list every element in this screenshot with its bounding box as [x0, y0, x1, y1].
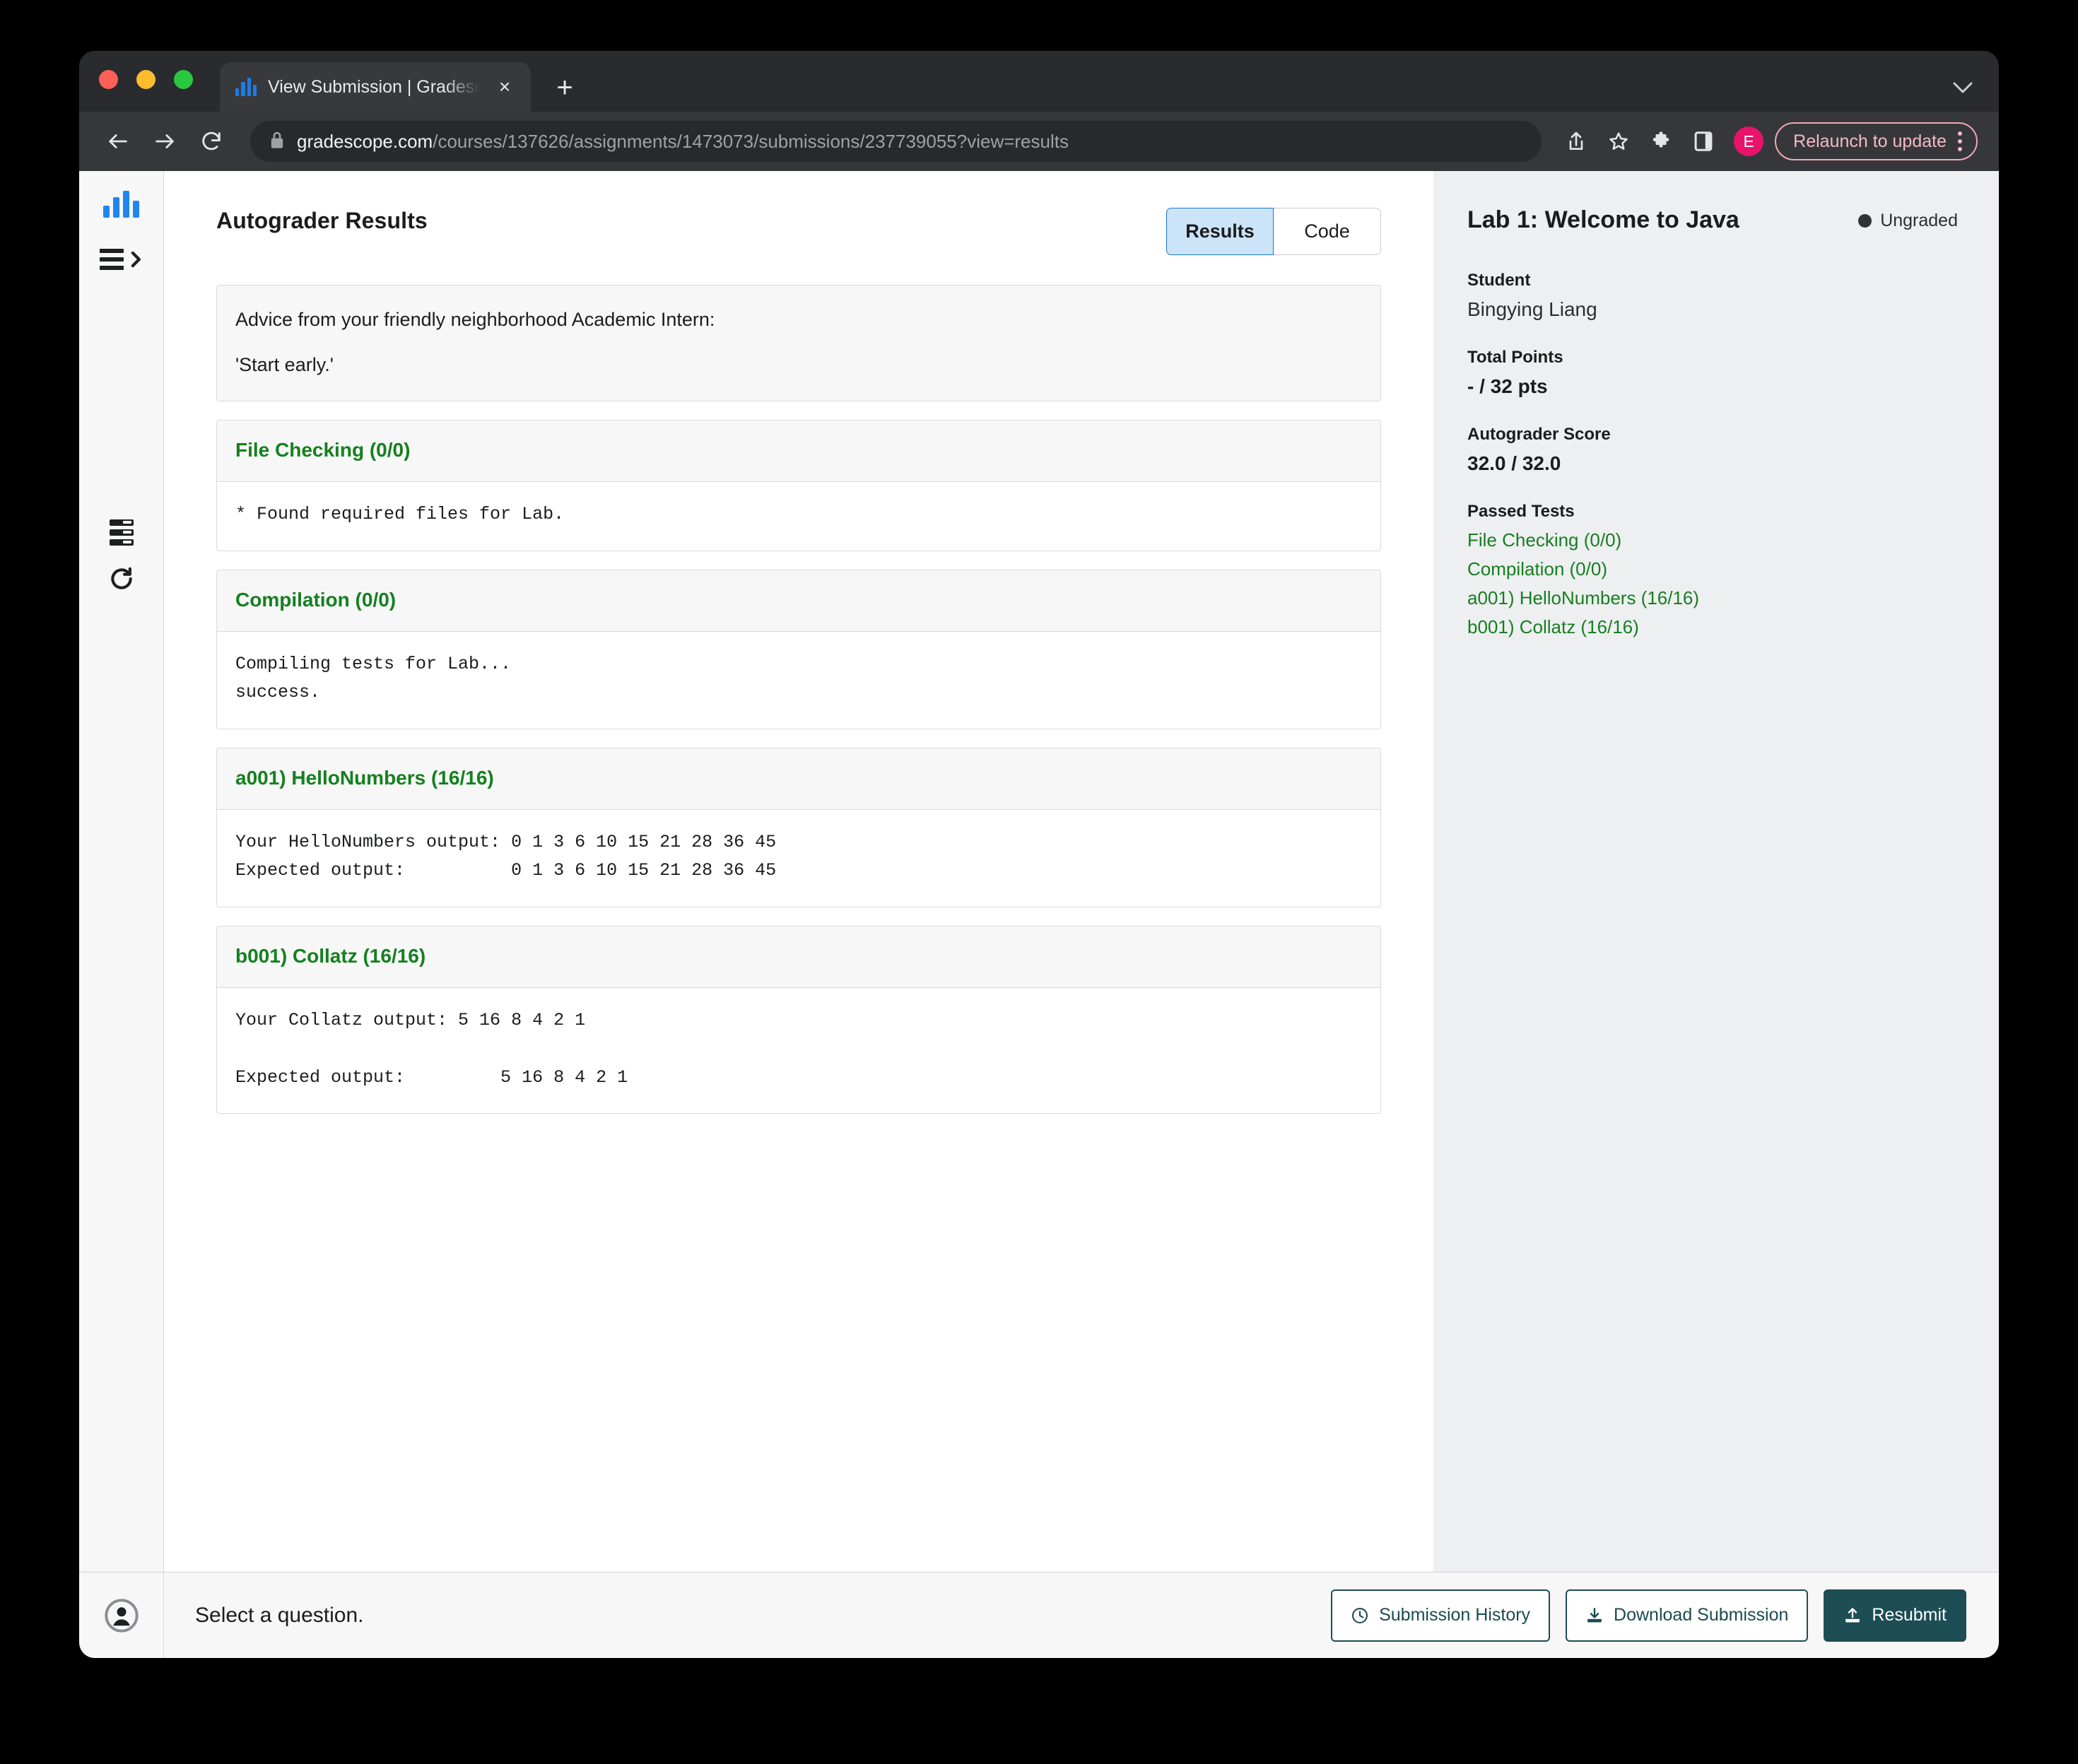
- test-name: a001) HelloNumbers (16/16): [235, 766, 494, 789]
- select-question-message: Select a question.: [195, 1603, 364, 1627]
- address-bar[interactable]: gradescope.com/courses/137626/assignment…: [250, 121, 1542, 162]
- passed-tests-label: Passed Tests: [1467, 502, 1575, 521]
- resubmit-label: Resubmit: [1872, 1605, 1947, 1625]
- autograder-score-label: Autograder Score: [1467, 425, 1611, 444]
- close-tab-icon[interactable]: ×: [493, 77, 517, 97]
- back-button[interactable]: [98, 121, 139, 162]
- test-section-header: File Checking (0/0): [217, 421, 1380, 483]
- forward-button[interactable]: [144, 121, 185, 162]
- test-output: Compiling tests for Lab... success.: [235, 653, 512, 703]
- tab-title: View Submission | Gradescope: [268, 76, 481, 97]
- advice-intro: Advice from your friendly neighborhood A…: [235, 309, 715, 330]
- status-badge: Ungraded: [1858, 211, 1958, 231]
- tab-strip: View Submission | Gradescope × +: [79, 51, 1999, 112]
- left-icon-rail: [79, 171, 164, 1572]
- relaunch-label: Relaunch to update: [1793, 131, 1947, 151]
- bottom-buttons: Submission History Download Submission R…: [1331, 1589, 1999, 1642]
- advice-quote: 'Start early.': [235, 353, 334, 375]
- page-title: Autograder Results: [216, 208, 428, 233]
- test-section-file-checking: File Checking (0/0) * Found required fil…: [216, 420, 1381, 551]
- passed-test-link[interactable]: b001) Collatz (16/16): [1467, 616, 1958, 638]
- download-submission-label: Download Submission: [1614, 1605, 1789, 1625]
- passed-tests-field: Passed Tests File Checking (0/0) Compila…: [1467, 502, 1958, 638]
- bar-chart-icon: [235, 78, 257, 96]
- user-account-button[interactable]: [79, 1572, 164, 1658]
- url-path: /courses/137626/assignments/1473073/subm…: [433, 130, 1069, 152]
- passed-test-link[interactable]: a001) HelloNumbers (16/16): [1467, 587, 1958, 609]
- question-list-icon[interactable]: [79, 509, 164, 555]
- download-icon: [1585, 1606, 1604, 1625]
- autograder-score-field: Autograder Score 32.0 / 32.0: [1467, 425, 1958, 475]
- total-points-field: Total Points - / 32 pts: [1467, 348, 1958, 398]
- upload-icon: [1843, 1606, 1862, 1625]
- sidebar-header: Lab 1: Welcome to Java Ungraded: [1467, 206, 1958, 234]
- autograder-score-value: 32.0 / 32.0: [1467, 452, 1561, 474]
- test-section-compilation: Compilation (0/0) Compiling tests for La…: [216, 569, 1381, 729]
- browser-tab[interactable]: View Submission | Gradescope ×: [220, 62, 531, 112]
- total-points-value: - / 32 pts: [1467, 375, 1548, 397]
- status-dot-icon: [1858, 214, 1872, 228]
- close-window-button[interactable]: [99, 69, 118, 89]
- test-section-hellonumbers: a001) HelloNumbers (16/16) Your HelloNum…: [216, 747, 1381, 907]
- refresh-icon[interactable]: [79, 555, 164, 602]
- passed-tests-list: File Checking (0/0) Compilation (0/0) a0…: [1467, 529, 1958, 638]
- browser-toolbar: gradescope.com/courses/137626/assignment…: [79, 112, 1999, 171]
- tab-results[interactable]: Results: [1166, 208, 1274, 255]
- relaunch-to-update-button[interactable]: Relaunch to update: [1775, 122, 1978, 160]
- reload-button[interactable]: [191, 121, 232, 162]
- test-output: * Found required files for Lab.: [235, 504, 565, 525]
- submission-history-label: Submission History: [1379, 1605, 1531, 1625]
- total-points-label: Total Points: [1467, 348, 1563, 367]
- results-code-toggle: Results Code: [1166, 208, 1381, 255]
- window-controls: [99, 51, 193, 112]
- advice-card: Advice from your friendly neighborhood A…: [216, 285, 1381, 402]
- share-icon[interactable]: [1557, 122, 1595, 160]
- url-text: gradescope.com/courses/137626/assignment…: [297, 131, 1069, 153]
- student-name: Bingying Liang: [1467, 298, 1597, 320]
- bottom-action-bar: Select a question. Submission History Do…: [79, 1572, 1999, 1658]
- passed-test-link[interactable]: Compilation (0/0): [1467, 558, 1958, 580]
- menu-expand-icon[interactable]: [79, 236, 164, 283]
- browser-window: View Submission | Gradescope × + gradesc…: [79, 51, 1999, 1658]
- extensions-puzzle-icon[interactable]: [1642, 122, 1680, 160]
- bookmark-star-icon[interactable]: [1599, 122, 1638, 160]
- side-panel-icon[interactable]: [1684, 122, 1722, 160]
- results-header: Autograder Results Results Code: [216, 208, 1381, 255]
- test-name: b001) Collatz (16/16): [235, 944, 426, 967]
- tab-code[interactable]: Code: [1274, 208, 1381, 255]
- test-output: Your HelloNumbers output: 0 1 3 6 10 15 …: [235, 831, 777, 881]
- gradescope-logo-icon[interactable]: [103, 191, 139, 218]
- test-name: File Checking (0/0): [235, 439, 411, 461]
- resubmit-button[interactable]: Resubmit: [1824, 1589, 1966, 1642]
- clock-icon: [1351, 1606, 1369, 1625]
- student-label: Student: [1467, 271, 1531, 290]
- chrome-menu-icon[interactable]: [1958, 131, 1966, 151]
- toolbar-icons: E Relaunch to update: [1557, 122, 1978, 160]
- test-name: Compilation (0/0): [235, 588, 397, 611]
- autograder-results-panel: Autograder Results Results Code Advice f…: [164, 171, 1433, 1572]
- minimize-window-button[interactable]: [136, 69, 155, 89]
- student-field: Student Bingying Liang: [1467, 271, 1958, 321]
- url-host: gradescope.com: [297, 130, 433, 152]
- new-tab-button[interactable]: +: [549, 74, 580, 102]
- passed-test-link[interactable]: File Checking (0/0): [1467, 529, 1958, 551]
- lock-icon: [269, 130, 286, 153]
- profile-avatar[interactable]: E: [1734, 127, 1764, 156]
- page-content: Autograder Results Results Code Advice f…: [79, 171, 1999, 1572]
- test-section-header: a001) HelloNumbers (16/16): [217, 748, 1380, 810]
- test-section-header: b001) Collatz (16/16): [217, 926, 1380, 988]
- test-section-collatz: b001) Collatz (16/16) Your Collatz outpu…: [216, 925, 1381, 1115]
- download-submission-button[interactable]: Download Submission: [1566, 1589, 1809, 1642]
- tab-list-chevron-icon[interactable]: [1952, 77, 1973, 99]
- submission-history-button[interactable]: Submission History: [1331, 1589, 1551, 1642]
- status-label: Ungraded: [1880, 211, 1958, 230]
- assignment-title: Lab 1: Welcome to Java: [1467, 206, 1739, 233]
- submission-sidebar: Lab 1: Welcome to Java Ungraded Student …: [1433, 171, 1999, 1572]
- maximize-window-button[interactable]: [174, 69, 193, 89]
- test-output: Your Collatz output: 5 16 8 4 2 1 Expect…: [235, 1009, 628, 1088]
- test-section-header: Compilation (0/0): [217, 570, 1380, 632]
